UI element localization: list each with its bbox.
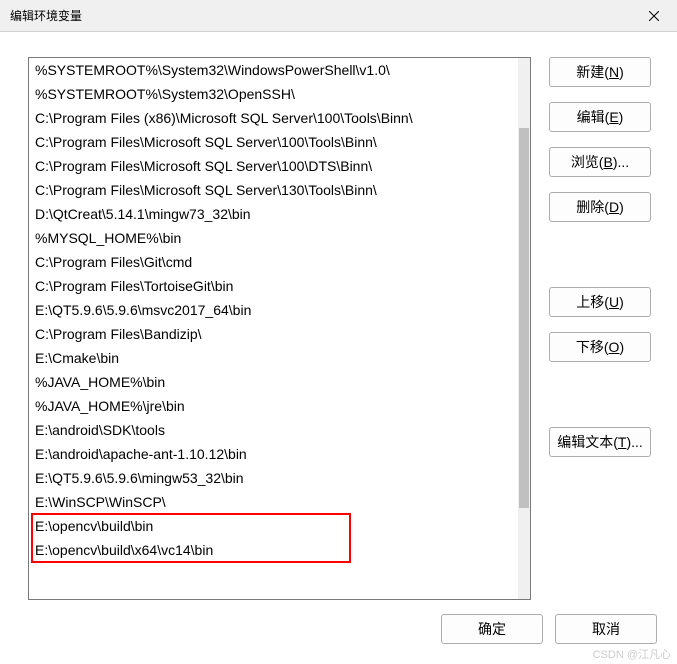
ok-button[interactable]: 确定	[441, 614, 543, 644]
close-icon	[649, 11, 659, 21]
edit-button[interactable]: 编辑(E)	[549, 102, 651, 132]
path-listbox[interactable]: %SYSTEMROOT%\System32\WindowsPowerShell\…	[28, 57, 531, 600]
bottom-buttons: 确定 取消	[441, 614, 657, 644]
list-item[interactable]: E:\android\apache-ant-1.10.12\bin	[29, 442, 518, 466]
list-item[interactable]: C:\Program Files (x86)\Microsoft SQL Ser…	[29, 106, 518, 130]
spacer	[549, 237, 651, 272]
browse-button[interactable]: 浏览(B)...	[549, 147, 651, 177]
list-item[interactable]: E:\Cmake\bin	[29, 346, 518, 370]
move-up-button[interactable]: 上移(U)	[549, 287, 651, 317]
list-item[interactable]: C:\Program Files\Microsoft SQL Server\10…	[29, 130, 518, 154]
list-item[interactable]: E:\opencv\build\bin	[29, 514, 518, 538]
list-item[interactable]: C:\Program Files\Git\cmd	[29, 250, 518, 274]
window-title: 编辑环境变量	[10, 7, 82, 24]
list-item[interactable]: E:\android\SDK\tools	[29, 418, 518, 442]
button-column: 新建(N) 编辑(E) 浏览(B)... 删除(D) 上移(U) 下移(O) 编…	[549, 57, 651, 600]
list-item[interactable]: %SYSTEMROOT%\System32\WindowsPowerShell\…	[29, 58, 518, 82]
scrollbar-track[interactable]	[518, 58, 530, 599]
delete-button[interactable]: 删除(D)	[549, 192, 651, 222]
list-item[interactable]: E:\QT5.9.6\5.9.6\mingw53_32\bin	[29, 466, 518, 490]
move-down-button[interactable]: 下移(O)	[549, 332, 651, 362]
list-item[interactable]: %JAVA_HOME%\jre\bin	[29, 394, 518, 418]
list-item[interactable]: %MYSQL_HOME%\bin	[29, 226, 518, 250]
list-item[interactable]: %JAVA_HOME%\bin	[29, 370, 518, 394]
scrollbar-thumb[interactable]	[519, 128, 529, 508]
list-item[interactable]: C:\Program Files\Bandizip\	[29, 322, 518, 346]
list-item[interactable]: %SYSTEMROOT%\System32\OpenSSH\	[29, 82, 518, 106]
list-item[interactable]: E:\opencv\build\x64\vc14\bin	[29, 538, 518, 562]
list-item[interactable]: E:\WinSCP\WinSCP\	[29, 490, 518, 514]
dialog-body: %SYSTEMROOT%\System32\WindowsPowerShell\…	[0, 32, 677, 610]
list-item[interactable]: D:\QtCreat\5.14.1\mingw73_32\bin	[29, 202, 518, 226]
list-item[interactable]: C:\Program Files\Microsoft SQL Server\10…	[29, 154, 518, 178]
list-item[interactable]: E:\QT5.9.6\5.9.6\msvc2017_64\bin	[29, 298, 518, 322]
new-button[interactable]: 新建(N)	[549, 57, 651, 87]
list-item[interactable]: C:\Program Files\Microsoft SQL Server\13…	[29, 178, 518, 202]
close-button[interactable]	[631, 0, 677, 32]
titlebar: 编辑环境变量	[0, 0, 677, 32]
edit-text-button[interactable]: 编辑文本(T)...	[549, 427, 651, 457]
spacer	[549, 377, 651, 412]
watermark: CSDN @江凡心	[593, 646, 671, 662]
cancel-button[interactable]: 取消	[555, 614, 657, 644]
list-item[interactable]: C:\Program Files\TortoiseGit\bin	[29, 274, 518, 298]
